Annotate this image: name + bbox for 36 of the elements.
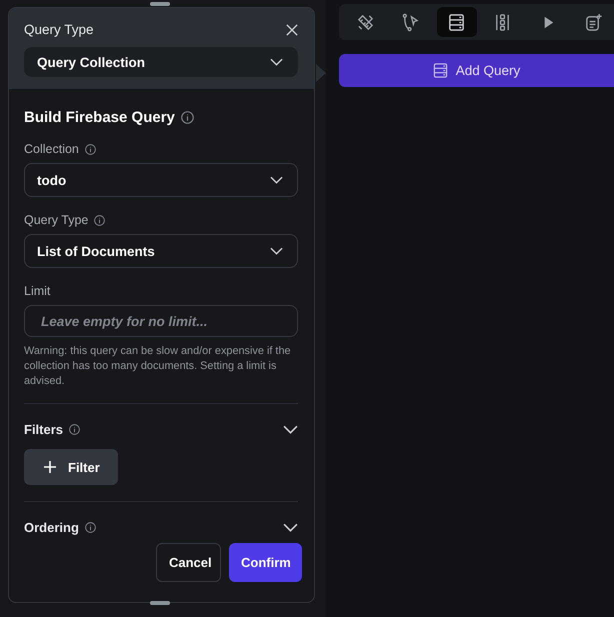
add-note-icon — [584, 12, 604, 32]
chevron-down-icon — [270, 58, 283, 66]
warning-text: Warning: this query can be slow and/or expensive if the collection has too many documents. Setting a limit is advised. — [24, 344, 292, 389]
drag-handle[interactable] — [150, 601, 170, 605]
dropdown[interactable]: todo — [24, 163, 298, 197]
input-field[interactable]: Leave empty for no limit... — [24, 305, 298, 337]
add-query-button[interactable]: Add Query — [339, 54, 614, 87]
chevron-down-icon[interactable] — [283, 425, 298, 434]
plus-icon — [44, 461, 56, 473]
section-title: Filters — [24, 422, 64, 437]
tool-tab[interactable] — [436, 7, 477, 37]
field-label: Limit — [24, 284, 50, 298]
server-icon — [447, 12, 466, 32]
branch-cursor-icon — [401, 12, 420, 32]
field-label: Query Type — [24, 22, 94, 37]
confirm-button[interactable]: Confirm — [229, 543, 302, 582]
section-title: Build Firebase Query — [24, 109, 175, 126]
info-icon[interactable] — [94, 214, 106, 226]
close-icon[interactable] — [286, 24, 298, 36]
drag-handle[interactable] — [150, 2, 170, 6]
cancel-button[interactable]: Cancel — [156, 543, 221, 582]
field-label: Query Type — [24, 213, 88, 227]
section-title: Ordering — [24, 520, 79, 535]
field-label: Collection — [24, 142, 79, 156]
info-icon[interactable] — [69, 424, 80, 435]
chevron-down-icon[interactable] — [283, 523, 298, 532]
server-icon — [432, 63, 448, 78]
dropdown[interactable]: List of Documents — [24, 234, 298, 268]
ruler-pencil-icon — [356, 12, 374, 32]
chevron-down-icon — [270, 176, 283, 184]
info-icon[interactable] — [84, 144, 96, 154]
add-filter-button[interactable]: Filter — [24, 449, 118, 485]
info-icon[interactable] — [180, 111, 194, 124]
dropdown[interactable]: Query Collection — [24, 47, 298, 77]
chevron-down-icon — [270, 247, 283, 255]
info-icon[interactable] — [84, 522, 96, 533]
